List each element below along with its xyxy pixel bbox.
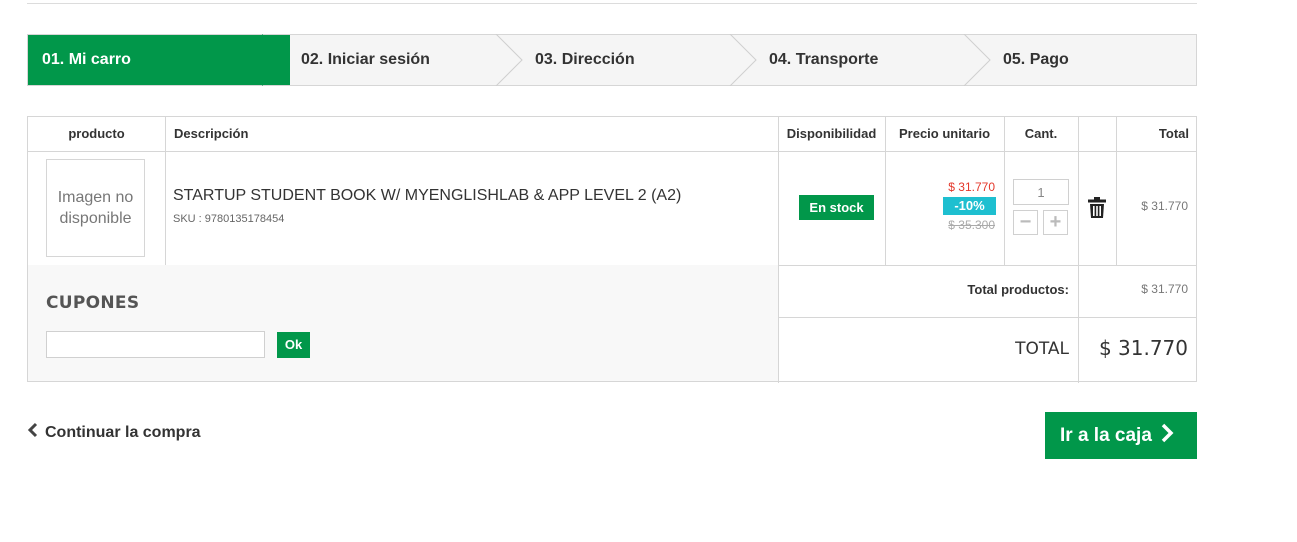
header-total: Total xyxy=(1116,117,1197,152)
product-sku: SKU : 9780135178454 xyxy=(173,213,285,225)
continue-shopping-label: Continuar la compra xyxy=(45,423,201,441)
quantity-decrease-button[interactable]: − xyxy=(1013,210,1038,235)
step-login[interactable]: 02. Iniciar sesión xyxy=(301,35,430,85)
column-divider xyxy=(778,117,779,383)
price-original: $ 35.300 xyxy=(948,218,995,232)
grand-total-value: $ 31.770 xyxy=(1098,336,1188,360)
quantity-increase-button[interactable]: + xyxy=(1043,210,1068,235)
chevron-right-icon xyxy=(1160,423,1174,449)
header-product: producto xyxy=(28,117,165,152)
total-products-label: Total productos: xyxy=(967,282,1069,297)
header-quantity: Cant. xyxy=(1004,117,1078,152)
step-shipping[interactable]: 04. Transporte xyxy=(769,35,878,85)
header-unit-price: Precio unitario xyxy=(885,117,1004,152)
step-active-arrow xyxy=(262,34,290,86)
step-separator xyxy=(963,34,993,86)
column-divider xyxy=(1004,117,1005,265)
column-divider xyxy=(1078,117,1079,383)
trash-icon[interactable] xyxy=(1088,197,1106,219)
step-cart[interactable]: 01. Mi carro xyxy=(28,35,290,85)
column-divider xyxy=(885,117,886,265)
column-divider xyxy=(165,117,166,265)
price-current: $ 31.770 xyxy=(948,180,995,194)
coupon-title: CUPONES xyxy=(46,293,140,313)
coupon-section xyxy=(28,265,778,381)
product-name[interactable]: STARTUP STUDENT BOOK W/ MYENGLISHLAB & A… xyxy=(173,187,681,205)
header-description: Descripción xyxy=(165,117,778,152)
availability-badge: En stock xyxy=(799,195,874,220)
step-cart-label: 01. Mi carro xyxy=(42,51,131,68)
step-payment-label: 05. Pago xyxy=(1003,51,1069,68)
step-separator xyxy=(495,34,525,86)
step-shipping-label: 04. Transporte xyxy=(769,51,879,68)
step-payment[interactable]: 05. Pago xyxy=(1003,35,1069,85)
step-address-label: 03. Dirección xyxy=(535,51,635,68)
row-total: $ 31.770 xyxy=(1141,199,1188,213)
quantity-input[interactable] xyxy=(1013,179,1069,205)
step-login-label: 02. Iniciar sesión xyxy=(301,51,430,68)
discount-badge: -10% xyxy=(943,197,996,215)
checkout-label: Ir a la caja xyxy=(1060,424,1152,446)
product-image-placeholder[interactable]: Imagen no disponible xyxy=(46,159,145,257)
checkout-steps: 01. Mi carro 02. Iniciar sesión 03. Dire… xyxy=(27,34,1197,86)
step-address[interactable]: 03. Dirección xyxy=(535,35,635,85)
cart-table: producto Descripción Disponibilidad Prec… xyxy=(27,116,1197,383)
chevron-left-icon xyxy=(27,422,39,443)
row-divider xyxy=(778,317,1197,318)
header-availability: Disponibilidad xyxy=(778,117,885,152)
grand-total-label: TOTAL xyxy=(1015,339,1069,359)
column-divider xyxy=(1116,117,1117,265)
step-separator xyxy=(729,34,759,86)
top-divider xyxy=(27,3,1197,4)
checkout-button[interactable]: Ir a la caja xyxy=(1045,412,1197,459)
header-delete xyxy=(1078,117,1116,152)
continue-shopping-link[interactable]: Continuar la compra xyxy=(27,422,201,443)
total-products-value: $ 31.770 xyxy=(1141,282,1188,296)
coupon-ok-button[interactable]: Ok xyxy=(277,332,310,358)
coupon-input[interactable] xyxy=(46,331,265,358)
